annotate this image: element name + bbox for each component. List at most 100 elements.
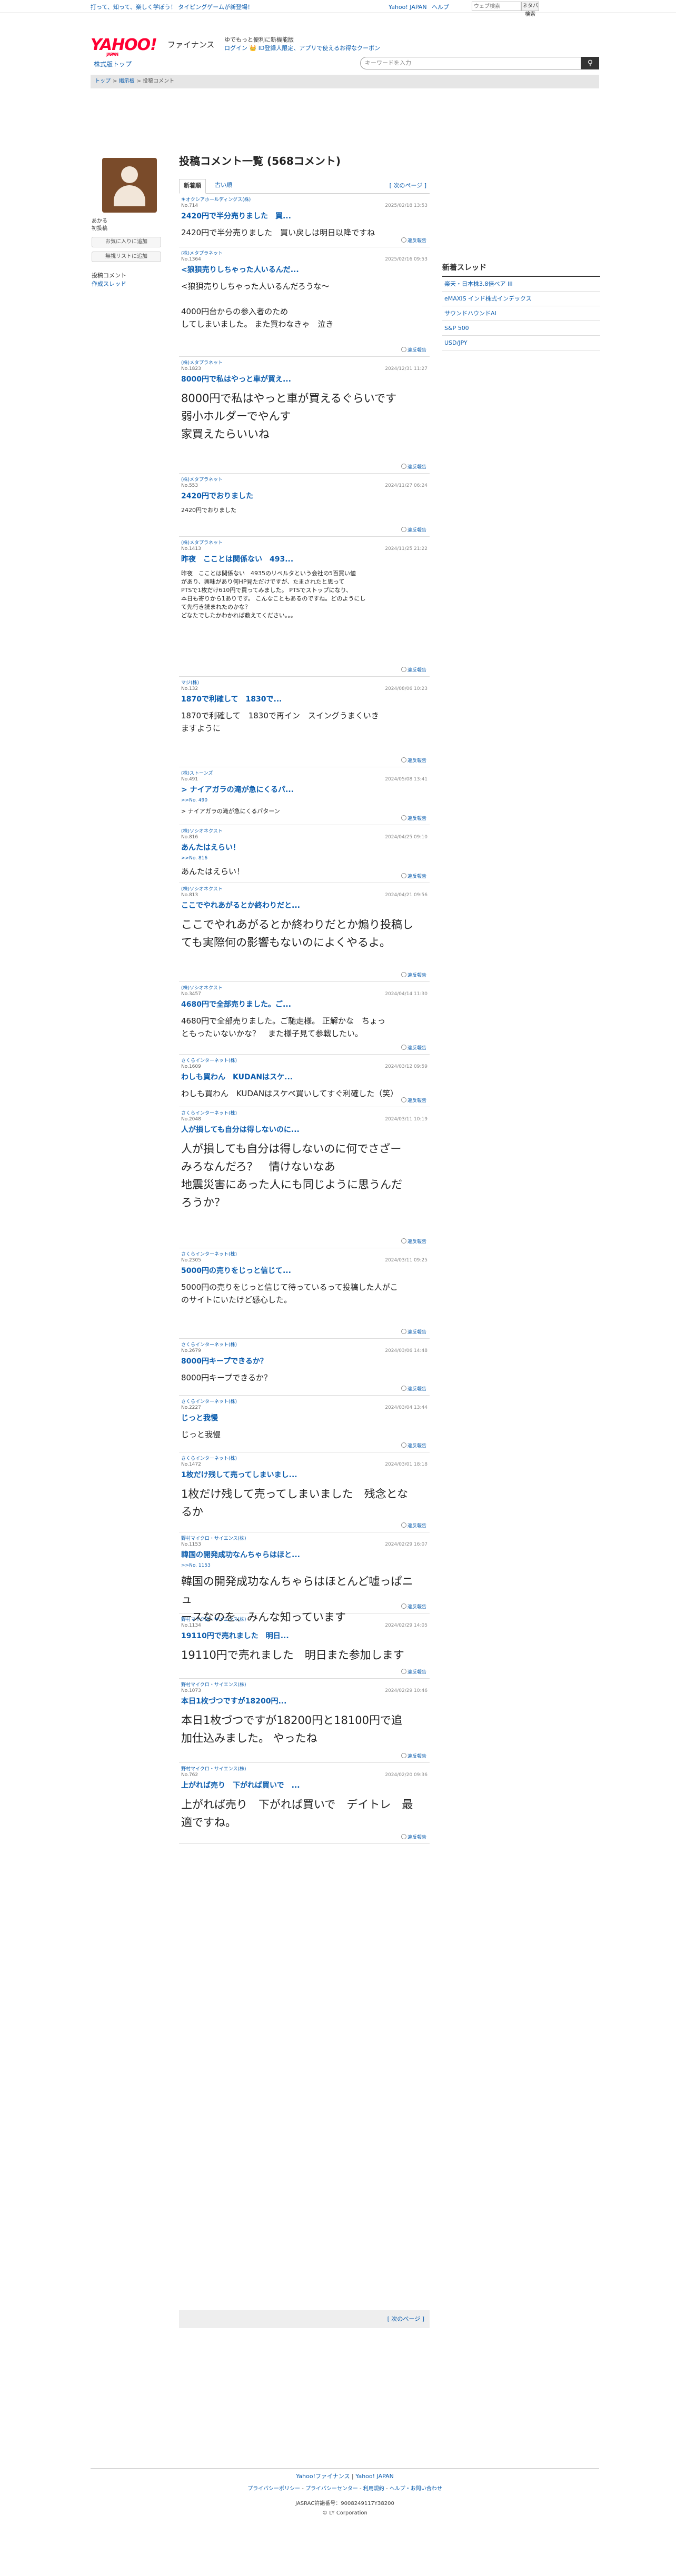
post-title[interactable]: 5000円の売りをじっと信じて... (181, 1265, 291, 1276)
tab-newest[interactable]: 新着順 (179, 179, 206, 194)
post-title[interactable]: ここでやれあがるとか終わりだと... (181, 900, 300, 910)
post-title[interactable]: 1870で利確して 1830で... (181, 694, 282, 704)
privacy-policy-link[interactable]: プライバシーポリシー (247, 2486, 300, 2492)
report-link[interactable]: 違反報告 (401, 1603, 426, 1610)
web-search-button[interactable]: ネタバ検索 (521, 2, 539, 17)
post-author[interactable]: (株)メタプラネット (181, 476, 223, 483)
promo-line2[interactable]: ログイン 👑 ID登録人限定、アプリで使えるお得なクーポン (224, 44, 380, 53)
post-author[interactable]: (株)ソシオネクスト (181, 984, 223, 991)
finance-top-link[interactable]: 株式版トップ (94, 59, 132, 68)
report-link[interactable]: 違反報告 (401, 815, 426, 821)
report-link[interactable]: 違反報告 (401, 1442, 426, 1449)
report-link[interactable]: 違反報告 (401, 1668, 426, 1675)
privacy-center-link[interactable]: プライバシーセンター (305, 2486, 358, 2492)
breadcrumb-board[interactable]: 掲示板 (119, 78, 135, 84)
post-author[interactable]: (株)メタプラネット (181, 359, 223, 366)
sidebar-item-comments[interactable]: 投稿コメント (92, 272, 164, 280)
promo-line1[interactable]: ゆでもっと便利に新機能版 (224, 36, 380, 44)
post-author[interactable]: (株)メタプラネット (181, 249, 223, 256)
post-author[interactable]: さくらインターネット(株) (181, 1109, 237, 1116)
post-author[interactable]: (株)ソシオネクスト (181, 885, 223, 892)
post-author[interactable]: さくらインターネット(株) (181, 1455, 237, 1461)
post-title[interactable]: 4680円で全部売りました。ご... (181, 999, 291, 1009)
post-item: (株)ソシオネクスト No.3457 2024/04/14 11:30 4680円で全… (179, 982, 430, 1055)
report-link[interactable]: 違反報告 (401, 1385, 426, 1392)
report-link[interactable]: 違反報告 (401, 526, 426, 533)
post-author[interactable]: (株)メタプラネット (181, 539, 223, 546)
report-link[interactable]: 違反報告 (401, 1238, 426, 1245)
post-author[interactable]: 野村マイクロ・サイエンス(株) (181, 1616, 246, 1622)
yahoo-japan-link[interactable]: Yahoo! JAPAN (389, 4, 427, 11)
thread-item[interactable]: eMAXIS インド株式インデックス (442, 292, 600, 306)
footer-yahoo-link[interactable]: Yahoo! JAPAN (355, 2473, 394, 2480)
avatar (102, 158, 157, 213)
report-link[interactable]: 違反報告 (401, 757, 426, 764)
report-link[interactable]: 違反報告 (401, 1522, 426, 1529)
help-link[interactable]: ヘルプ (432, 4, 449, 11)
keyword-search-input[interactable]: キーワードを入力 (360, 57, 581, 69)
post-title[interactable]: じっと我慢 (181, 1412, 218, 1423)
next-page-bottom[interactable]: [ 次のページ ] (387, 2316, 424, 2322)
post-author[interactable]: 野村マイクロ・サイエンス(株) (181, 1681, 246, 1688)
next-page-link[interactable]: [ 次のページ ] (390, 181, 426, 189)
thread-item[interactable]: USD/JPY (442, 336, 600, 350)
post-title[interactable]: 2420円で半分売りました 買... (181, 211, 291, 221)
report-icon (401, 1238, 406, 1244)
post-title[interactable]: 8000円キープできるか？ (181, 1356, 267, 1366)
web-search-input[interactable] (472, 2, 521, 11)
report-link[interactable]: 違反報告 (401, 873, 426, 879)
post-title[interactable]: 2420円でおりました (181, 490, 253, 501)
post-item: (株)メタプラネット No.1823 2024/12/31 11:27 8000円で私… (179, 357, 430, 474)
post-title[interactable]: 8000円で私はやっと車が買え... (181, 374, 291, 384)
post-title[interactable]: あんたはえらい！ (181, 842, 240, 853)
post-author[interactable]: (株)ストーンズ (181, 769, 213, 776)
post-title[interactable]: > ナイアガラの滝が急にくるパ... (181, 784, 294, 795)
post-title[interactable]: わしも買わん KUDANはスケ... (181, 1071, 293, 1082)
add-ignore-button[interactable]: 無視リストに追加 (92, 252, 161, 262)
report-link[interactable]: 違反報告 (401, 666, 426, 673)
post-author[interactable]: さくらインターネット(株) (181, 1341, 237, 1348)
post-reply-link[interactable]: >>No. 816 (181, 856, 207, 861)
thread-item[interactable]: サウンドハウンドAI (442, 306, 600, 321)
tagline-link[interactable]: 打って、知って、楽しく学ぼう！ タイピングゲームが新登場！ (91, 3, 253, 11)
post-author[interactable]: (株)ソシオネクスト (181, 827, 223, 834)
post-author[interactable]: 野村マイクロ・サイエンス(株) (181, 1535, 246, 1541)
report-link[interactable]: 違反報告 (401, 1097, 426, 1104)
thread-item[interactable]: 楽天・日本株3.8倍ベア III (442, 277, 600, 292)
post-title[interactable]: 韓国の開発成功なんちゃらはほと... (181, 1549, 300, 1560)
post-title[interactable]: <狼狽売りしちゃった人いるんだ... (181, 264, 299, 275)
help-contact-link[interactable]: ヘルプ・お問い合わせ (390, 2486, 442, 2492)
post-title[interactable]: 上がれば売り 下がれば買いで ... (181, 1780, 300, 1790)
search-icon[interactable]: ⚲ (581, 57, 599, 69)
tab-oldest[interactable]: 古い順 (211, 179, 236, 194)
report-link[interactable]: 違反報告 (401, 1328, 426, 1335)
post-title[interactable]: 本日1枚づつですが18200円... (181, 1696, 286, 1706)
post-title[interactable]: 人が損しても自分は得しないのに... (181, 1124, 300, 1135)
add-favorite-button[interactable]: お気に入りに追加 (92, 237, 161, 247)
post-title[interactable]: 19110円で売れました 明日... (181, 1630, 289, 1641)
post-title[interactable]: 昨夜 こことは関係ない 493... (181, 554, 293, 564)
post-author[interactable]: 野村マイクロ・サイエンス(株) (181, 1765, 246, 1772)
post-number: No.1134 (181, 1623, 201, 1628)
report-link[interactable]: 違反報告 (401, 1752, 426, 1759)
post-author[interactable]: マジ(株) (181, 679, 199, 686)
post-reply-link[interactable]: >>No. 1153 (181, 1563, 211, 1568)
footer-finance-link[interactable]: Yahoo!ファイナンス (296, 2473, 350, 2480)
post-author[interactable]: さくらインターネット(株) (181, 1398, 237, 1405)
sidebar-item-threads[interactable]: 作成スレッド (92, 280, 164, 288)
breadcrumb-top[interactable]: トップ (95, 78, 111, 84)
report-link[interactable]: 違反報告 (401, 971, 426, 978)
post-author[interactable]: キオクシアホールディングス(株) (181, 196, 251, 203)
report-link[interactable]: 違反報告 (401, 463, 426, 470)
terms-link[interactable]: 利用規約 (363, 2486, 384, 2492)
post-author[interactable]: さくらインターネット(株) (181, 1057, 237, 1064)
report-link[interactable]: 違反報告 (401, 237, 426, 244)
report-link[interactable]: 違反報告 (401, 1833, 426, 1840)
report-link[interactable]: 違反報告 (401, 346, 426, 353)
post-title[interactable]: 1枚だけ残して売ってしまいまし... (181, 1469, 297, 1480)
report-link[interactable]: 違反報告 (401, 1044, 426, 1051)
post-author[interactable]: さくらインターネット(株) (181, 1250, 237, 1257)
yahoo-logo[interactable]: YAHOO! JAPAN (91, 36, 157, 57)
post-reply-link[interactable]: >>No. 490 (181, 798, 207, 803)
thread-item[interactable]: S&P 500 (442, 321, 600, 336)
